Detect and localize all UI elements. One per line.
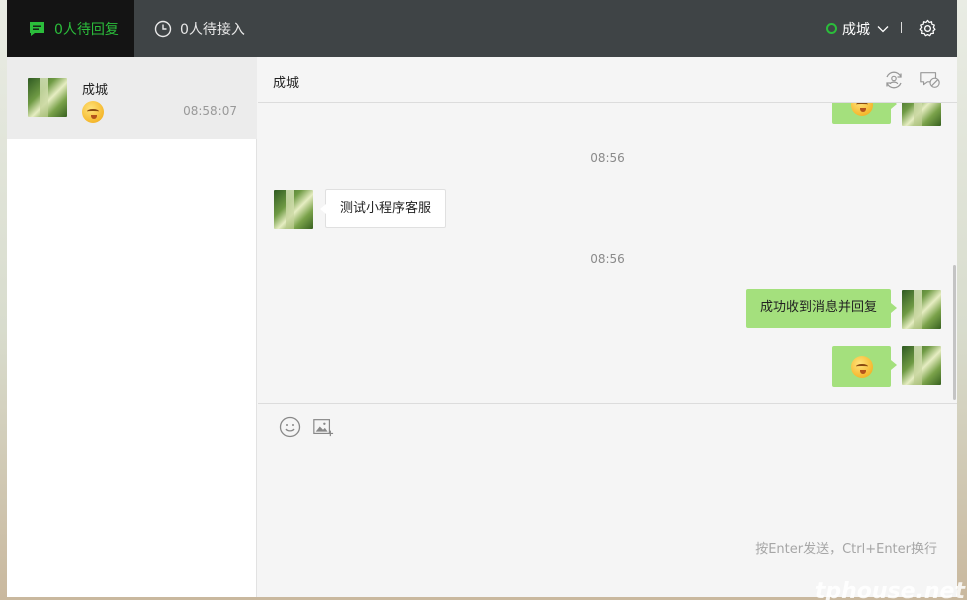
tab-pending-reply[interactable]: 0人待回复 xyxy=(7,0,134,57)
watermark: tphouse.net xyxy=(814,579,965,600)
clock-icon xyxy=(154,20,172,37)
customer-avatar xyxy=(274,190,313,229)
agent-avatar xyxy=(902,290,941,329)
chat-bubble-icon xyxy=(30,21,44,36)
customer-service-window: 0人待回复 0人待接入 成城 成城 08:58:07 成城 08:56 测试小程… xyxy=(7,0,957,597)
agent-avatar xyxy=(902,346,941,385)
smiling-emoji-icon xyxy=(82,101,104,123)
transfer-user-icon[interactable] xyxy=(883,69,905,91)
user-name: 成城 xyxy=(842,21,870,38)
time-divider: 08:56 xyxy=(590,151,625,165)
avatar xyxy=(28,78,67,117)
message-bubble-agent: 成功收到消息并回复 xyxy=(745,289,898,328)
message-bubble-customer: 测试小程序客服 xyxy=(319,189,447,228)
message-input[interactable] xyxy=(273,446,943,541)
message-bubble-agent-emoji xyxy=(832,346,897,387)
online-status-icon xyxy=(826,23,837,34)
tab-pending-accept-label: 0人待接入 xyxy=(180,21,245,38)
message-list: 08:56 测试小程序客服 08:56 成功收到消息并回复 xyxy=(258,103,957,403)
gear-icon[interactable] xyxy=(918,19,937,38)
message-composer: 按Enter发送，Ctrl+Enter换行 xyxy=(258,403,957,597)
topbar-divider xyxy=(901,22,902,33)
smiling-emoji-icon xyxy=(850,103,873,116)
smiling-emoji-icon xyxy=(850,355,873,378)
message-scrollbar[interactable] xyxy=(953,265,956,400)
chat-header: 成城 xyxy=(258,57,957,103)
tab-pending-accept[interactable]: 0人待接入 xyxy=(154,0,245,57)
conversation-time: 08:58:07 xyxy=(183,104,237,118)
chat-panel: 成城 08:56 测试小程序客服 08:56 成功收到消息并回复 按Enter发… xyxy=(258,57,957,597)
message-bubble-agent-emoji-previous xyxy=(832,103,897,124)
conversation-list: 成城 08:58:07 xyxy=(7,57,257,597)
send-hint: 按Enter发送，Ctrl+Enter换行 xyxy=(755,542,937,557)
close-session-icon[interactable] xyxy=(919,69,941,91)
user-status-menu[interactable]: 成城 xyxy=(826,0,889,57)
emoji-picker-icon[interactable] xyxy=(279,416,301,438)
tab-pending-reply-label: 0人待回复 xyxy=(54,21,119,38)
chat-title: 成城 xyxy=(273,76,300,91)
chevron-down-icon xyxy=(877,25,889,32)
time-divider: 08:56 xyxy=(590,252,625,266)
top-bar: 0人待回复 0人待接入 成城 xyxy=(7,0,957,57)
agent-avatar xyxy=(902,103,941,126)
image-upload-icon[interactable] xyxy=(312,416,334,438)
conversation-name: 成城 xyxy=(82,83,109,98)
conversation-item[interactable]: 成城 08:58:07 xyxy=(7,57,257,139)
